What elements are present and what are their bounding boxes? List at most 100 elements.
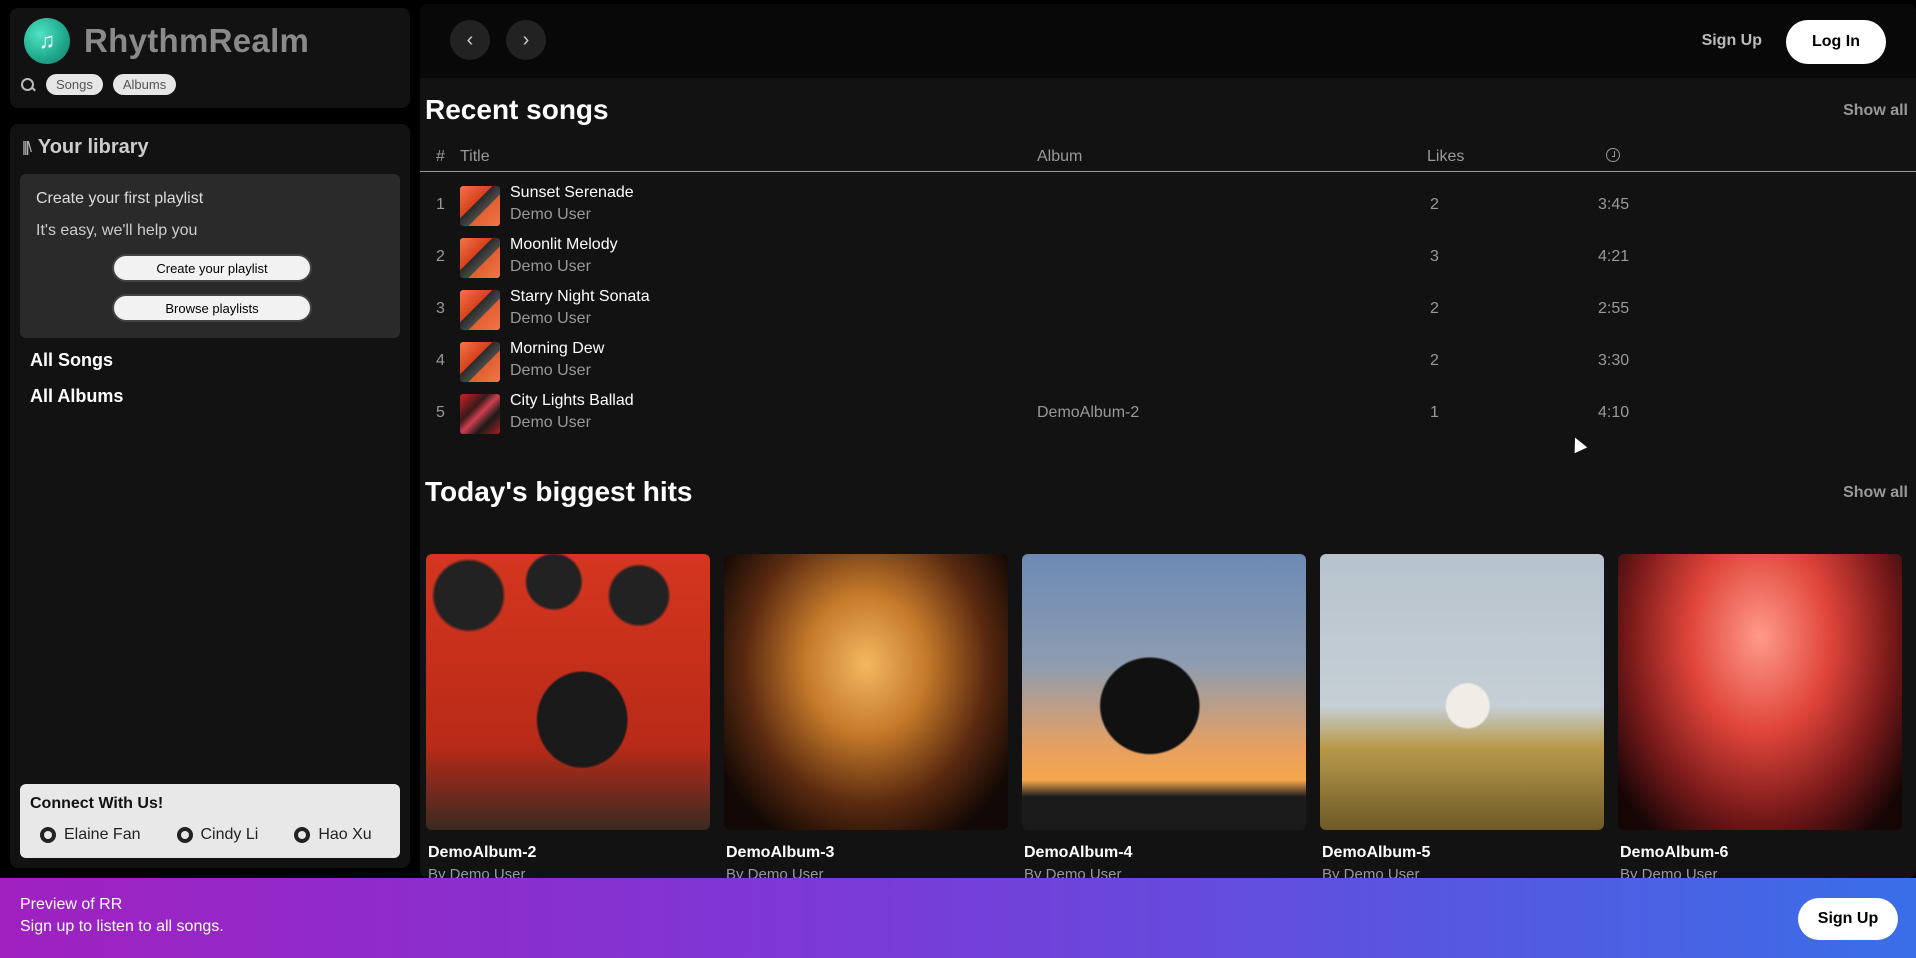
album-name[interactable]: DemoAlbum-3 — [726, 844, 834, 862]
song-likes: 2 — [1430, 300, 1439, 317]
chevron-left-icon: ‹ — [466, 28, 474, 51]
main-content: ‹ › Sign Up Log In Recent songs Show all… — [420, 4, 1916, 878]
chip-albums[interactable]: Albums — [112, 74, 177, 95]
chip-songs[interactable]: Songs — [46, 74, 103, 95]
login-button[interactable]: Log In — [1786, 20, 1886, 64]
search-icon[interactable] — [20, 77, 36, 93]
album-cards: DemoAlbum-2 By Demo User DemoAlbum-3 By … — [426, 554, 1902, 878]
song-title[interactable]: Starry Night Sonata — [510, 288, 650, 306]
song-likes: 2 — [1430, 352, 1439, 369]
back-button[interactable]: ‹ — [450, 20, 490, 60]
connect-links: Elaine Fan Cindy Li Hao Xu — [40, 826, 372, 844]
connect-name: Hao Xu — [318, 826, 372, 843]
song-likes: 3 — [1430, 248, 1439, 265]
banner-signup-button[interactable]: Sign Up — [1798, 898, 1898, 940]
hits-show-all[interactable]: Show all — [1843, 484, 1908, 502]
song-likes: 1 — [1430, 404, 1439, 421]
github-icon — [176, 827, 193, 843]
table-row[interactable]: 5 City Lights Ballad Demo User DemoAlbum… — [420, 388, 1916, 440]
album-card[interactable]: DemoAlbum-3 By Demo User — [724, 554, 1008, 878]
all-songs-link[interactable]: All Songs — [30, 350, 113, 371]
album-artist: By Demo User — [428, 866, 526, 878]
table-row[interactable]: 1 Sunset Serenade Demo User 2 3:45 — [420, 180, 1916, 232]
chevron-right-icon: › — [522, 28, 530, 51]
song-artist[interactable]: Demo User — [510, 414, 591, 432]
song-thumbnail — [460, 238, 500, 278]
signup-link[interactable]: Sign Up — [1702, 32, 1762, 50]
row-num: 4 — [436, 352, 445, 369]
song-title[interactable]: Moonlit Melody — [510, 236, 618, 254]
album-artist: By Demo User — [726, 866, 824, 878]
library-panel: |||\ Your library Create your first play… — [10, 124, 410, 868]
song-duration: 3:45 — [1598, 196, 1630, 213]
music-note-icon[interactable]: ♫ — [24, 18, 70, 64]
song-title[interactable]: Sunset Serenade — [510, 184, 634, 202]
clock-icon — [1606, 148, 1620, 162]
song-artist[interactable]: Demo User — [510, 258, 591, 276]
album-card[interactable]: DemoAlbum-6 By Demo User — [1618, 554, 1902, 878]
song-thumbnail — [460, 186, 500, 226]
brand-name[interactable]: RhythmRealm — [84, 22, 309, 60]
song-duration: 4:21 — [1598, 248, 1630, 265]
table-row[interactable]: 3 Starry Night Sonata Demo User 2 2:55 — [420, 284, 1916, 336]
recent-show-all[interactable]: Show all — [1843, 102, 1908, 120]
song-artist[interactable]: Demo User — [510, 206, 591, 224]
album-card[interactable]: DemoAlbum-4 By Demo User — [1022, 554, 1306, 878]
library-icon: |||\ — [22, 139, 32, 156]
browse-playlists-button[interactable]: Browse playlists — [112, 294, 312, 322]
create-playlist-box: Create your first playlist It's easy, we… — [20, 174, 400, 338]
library-title: Your library — [37, 136, 149, 158]
connect-name: Cindy Li — [200, 826, 259, 843]
connect-link-cindy[interactable]: Cindy Li — [176, 826, 259, 844]
col-album: Album — [1037, 148, 1083, 165]
forward-button[interactable]: › — [506, 20, 546, 60]
preview-banner: Preview of RR Sign up to listen to all s… — [0, 878, 1916, 958]
col-likes: Likes — [1427, 148, 1465, 165]
album-artist: By Demo User — [1322, 866, 1420, 878]
album-card[interactable]: DemoAlbum-5 By Demo User — [1320, 554, 1604, 878]
song-title[interactable]: City Lights Ballad — [510, 392, 634, 410]
create-playlist-button[interactable]: Create your playlist — [112, 254, 312, 282]
album-name[interactable]: DemoAlbum-5 — [1322, 844, 1430, 862]
song-artist[interactable]: Demo User — [510, 310, 591, 328]
all-albums-link[interactable]: All Albums — [30, 386, 123, 407]
album-cover[interactable] — [426, 554, 710, 830]
library-header: |||\ Your library — [22, 136, 149, 159]
song-album[interactable]: DemoAlbum-2 — [1037, 404, 1139, 422]
table-row[interactable]: 2 Moonlit Melody Demo User 3 4:21 — [420, 232, 1916, 284]
album-name[interactable]: DemoAlbum-2 — [428, 844, 536, 862]
song-thumbnail — [460, 394, 500, 434]
connect-title: Connect With Us! — [30, 795, 164, 812]
brand-panel: ♫ RhythmRealm Songs Albums — [10, 8, 410, 108]
album-name[interactable]: DemoAlbum-4 — [1024, 844, 1132, 862]
github-icon — [40, 827, 56, 843]
table-header: # Title Album Likes — [420, 146, 1916, 172]
album-cover[interactable] — [724, 554, 1008, 830]
row-num: 1 — [436, 196, 445, 213]
song-artist[interactable]: Demo User — [510, 362, 591, 380]
banner-subtitle: Sign up to listen to all songs. — [20, 918, 224, 935]
col-title: Title — [460, 148, 490, 165]
search-row: Songs Albums — [20, 74, 177, 95]
connect-name: Elaine Fan — [64, 826, 141, 843]
album-cover[interactable] — [1320, 554, 1604, 830]
song-duration: 2:55 — [1598, 300, 1630, 317]
github-icon — [294, 827, 311, 843]
album-card[interactable]: DemoAlbum-2 By Demo User — [426, 554, 710, 878]
connect-link-hao[interactable]: Hao Xu — [294, 826, 372, 844]
row-num: 2 — [436, 248, 445, 265]
banner-title: Preview of RR — [20, 896, 123, 913]
col-num: # — [436, 148, 445, 165]
song-duration: 3:30 — [1598, 352, 1630, 369]
connect-link-elaine[interactable]: Elaine Fan — [40, 826, 141, 844]
song-likes: 2 — [1430, 196, 1439, 213]
create-playlist-title: Create your first playlist — [36, 190, 204, 207]
row-num: 5 — [436, 404, 445, 421]
recent-songs-title: Recent songs — [425, 94, 609, 125]
album-cover[interactable] — [1022, 554, 1306, 830]
create-playlist-subtitle: It's easy, we'll help you — [36, 222, 198, 239]
album-name[interactable]: DemoAlbum-6 — [1620, 844, 1728, 862]
song-title[interactable]: Morning Dew — [510, 340, 604, 358]
table-row[interactable]: 4 Morning Dew Demo User 2 3:30 — [420, 336, 1916, 388]
album-cover[interactable] — [1618, 554, 1902, 830]
